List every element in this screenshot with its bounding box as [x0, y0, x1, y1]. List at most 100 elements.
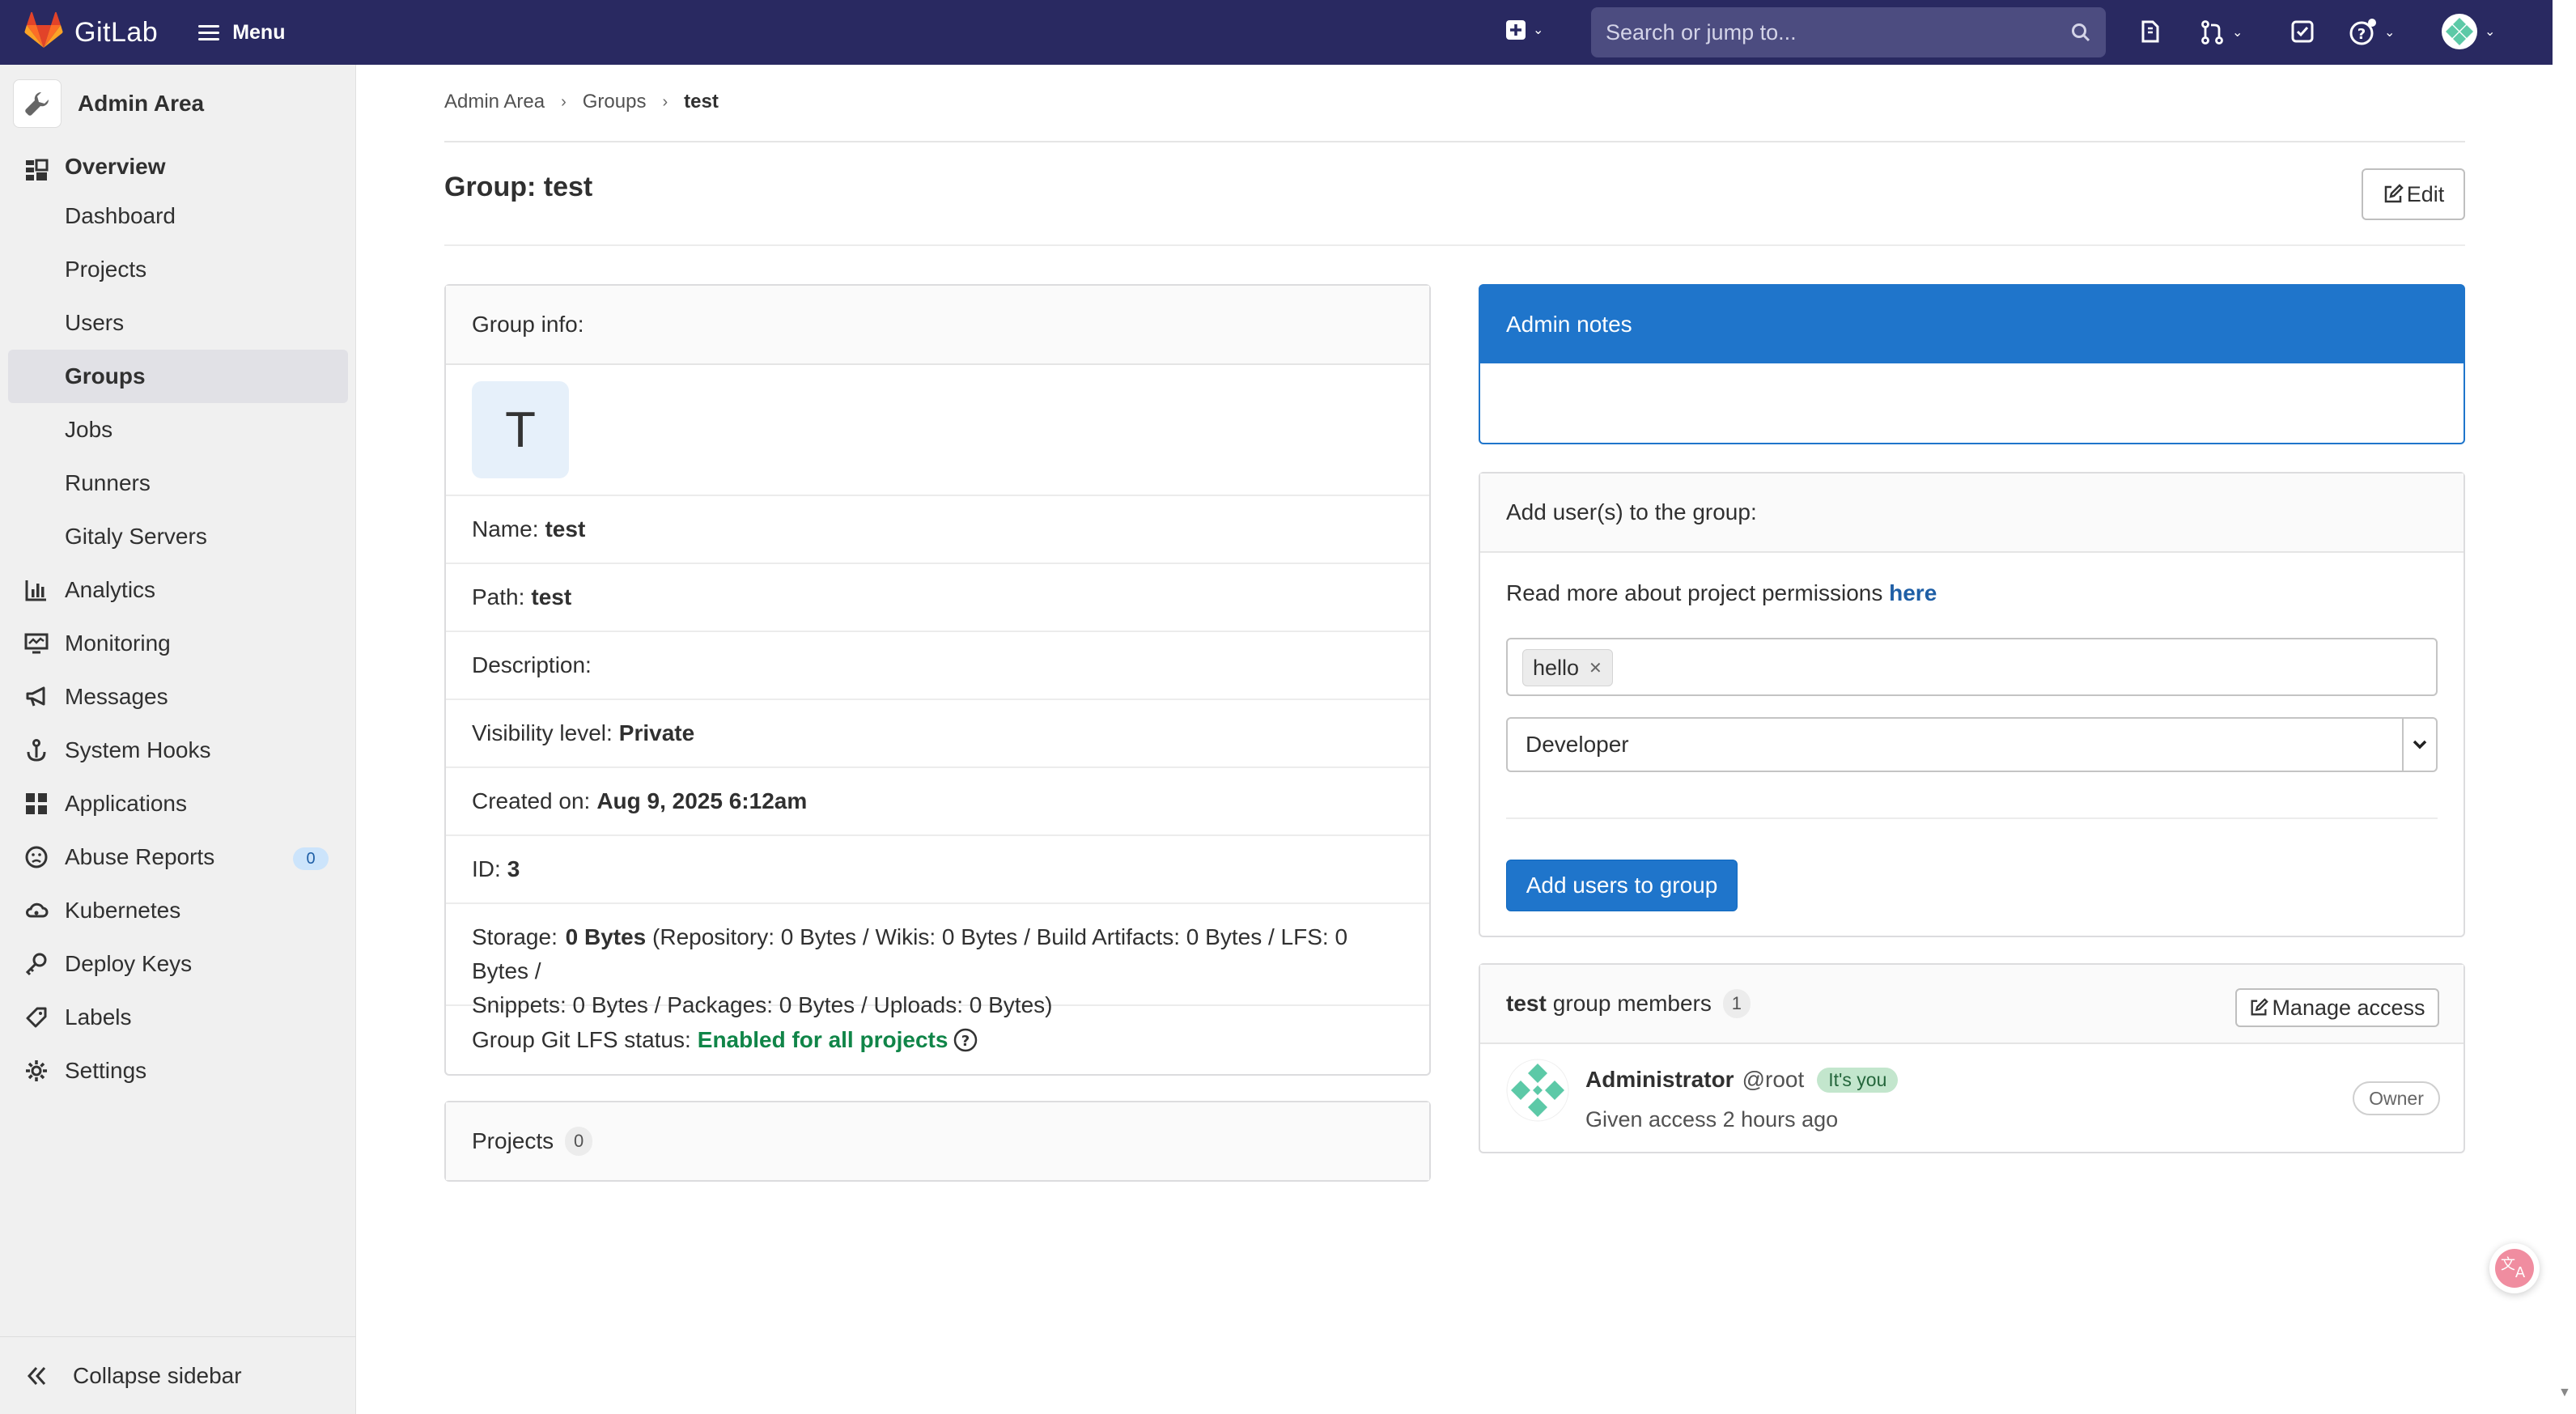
permissions-here-link[interactable]: here	[1889, 580, 1937, 605]
question-circle-icon[interactable]: ?	[953, 1027, 978, 1053]
gitlab-home-link[interactable]: GitLab	[24, 11, 158, 54]
sidebar-item-groups[interactable]: Groups	[8, 350, 348, 403]
storage-detail-cont: Snippets: 0 Bytes / Packages: 0 Bytes / …	[472, 992, 1053, 1017]
member-avatar[interactable]	[1506, 1059, 1569, 1127]
selected-user-token: hello ✕	[1522, 649, 1613, 686]
sidebar-item-jobs[interactable]: Jobs	[0, 403, 356, 456]
storage-label: Storage:	[472, 924, 558, 949]
sidebar-item-users[interactable]: Users	[0, 296, 356, 350]
admin-notes-card: Admin notes	[1479, 284, 2465, 444]
sidebar-item-labels[interactable]: Labels	[0, 991, 356, 1044]
applications-icon	[26, 793, 47, 814]
sidebar-item-runners[interactable]: Runners	[0, 456, 356, 510]
visibility-label: Visibility level:	[472, 720, 613, 745]
sidebar-title: Admin Area	[78, 91, 205, 116]
overview-icon	[26, 159, 49, 180]
add-users-to-group-button[interactable]: Add users to group	[1506, 860, 1738, 911]
new-dropdown-button[interactable]: ⌄	[1505, 19, 1543, 40]
page-scrollbar[interactable]: ▼	[2553, 0, 2576, 1414]
breadcrumb-admin-area[interactable]: Admin Area	[444, 91, 545, 113]
chevron-down-icon: ⌄	[2232, 26, 2243, 40]
help-button[interactable]: ? ⌄	[2349, 18, 2395, 47]
path-value: test	[531, 584, 572, 609]
sidebar-nav: Overview Dashboard Projects Users Groups…	[0, 144, 356, 1098]
sidebar-item-label: Applications	[65, 791, 187, 816]
member-identity: Administrator @root It's you	[1585, 1067, 1899, 1093]
sidebar-item-messages[interactable]: Messages	[0, 670, 356, 724]
edit-group-button[interactable]: Edit	[2362, 168, 2465, 220]
storage-value: 0 Bytes	[565, 924, 647, 949]
chart-icon	[25, 580, 46, 601]
sidebar-item-label: Gitaly Servers	[65, 524, 207, 549]
lfs-status-value: Enabled for all projects	[697, 1027, 948, 1052]
add-users-card: Add user(s) to the group: Read more abou…	[1479, 472, 2465, 937]
breadcrumb-groups[interactable]: Groups	[583, 91, 647, 113]
member-role-badge: Owner	[2353, 1081, 2440, 1115]
member-access-text: Given access 2 hours ago	[1585, 1107, 1839, 1132]
sidebar-item-label: Deploy Keys	[65, 951, 193, 976]
label-icon	[26, 1007, 47, 1028]
members-group-name: test	[1506, 991, 1547, 1016]
cloud-gear-icon	[26, 902, 49, 918]
sidebar-item-settings[interactable]: Settings	[0, 1044, 356, 1098]
sidebar-item-analytics[interactable]: Analytics	[0, 563, 356, 617]
sidebar-item-overview[interactable]: Overview	[0, 144, 356, 189]
description-row: Description:	[446, 632, 1429, 700]
chevron-right-icon: ›	[561, 92, 567, 111]
group-avatar: T	[472, 381, 569, 478]
name-label: Name:	[472, 516, 539, 541]
menu-button[interactable]: Menu	[198, 21, 285, 45]
collapse-sidebar-button[interactable]: Collapse sidebar	[0, 1336, 356, 1414]
sidebar-item-monitoring[interactable]: Monitoring	[0, 617, 356, 670]
manage-access-label: Manage access	[2272, 995, 2425, 1020]
brand-name: GitLab	[74, 16, 159, 48]
key-icon	[25, 953, 47, 976]
id-value: 3	[507, 856, 520, 881]
translate-widget-button[interactable]: 文A	[2489, 1243, 2540, 1293]
merge-requests-button[interactable]: ⌄	[2200, 19, 2243, 45]
scroll-down-arrow-icon[interactable]: ▼	[2558, 1386, 2571, 1400]
user-menu-button[interactable]: ⌄	[2441, 13, 2495, 50]
sidebar-item-deploy-keys[interactable]: Deploy Keys	[0, 937, 356, 991]
sidebar-item-abuse-reports[interactable]: Abuse Reports 0	[0, 830, 356, 884]
sidebar-item-applications[interactable]: Applications	[0, 777, 356, 830]
gitlab-logo-icon	[24, 11, 63, 54]
chevron-right-icon: ›	[662, 92, 668, 111]
sidebar-item-system-hooks[interactable]: System Hooks	[0, 724, 356, 777]
page-title: Group: test	[444, 172, 593, 202]
sidebar-item-gitaly-servers[interactable]: Gitaly Servers	[0, 510, 356, 563]
merge-request-icon	[2201, 20, 2223, 45]
pencil-square-icon	[2384, 184, 2404, 203]
issues-icon	[2141, 20, 2159, 43]
svg-text:A: A	[2515, 1264, 2526, 1281]
sidebar-header[interactable]: Admin Area	[13, 79, 204, 128]
role-select-value: Developer	[1526, 732, 1629, 757]
manage-access-button[interactable]: Manage access	[2235, 988, 2439, 1027]
search-input[interactable]: Search or jump to...	[1591, 7, 2106, 57]
sidebar-item-label: Users	[65, 310, 125, 335]
name-value: test	[545, 516, 586, 541]
issues-button[interactable]	[2138, 19, 2162, 44]
projects-label: Projects	[472, 1128, 554, 1153]
member-name[interactable]: Administrator	[1585, 1067, 1734, 1093]
top-navbar: GitLab Menu ⌄ Search or jump to... ⌄ ? ⌄…	[0, 0, 2553, 65]
sidebar-item-kubernetes[interactable]: Kubernetes	[0, 884, 356, 937]
breadcrumb-current[interactable]: test	[684, 91, 719, 113]
hook-icon	[27, 739, 46, 762]
projects-count-badge: 0	[565, 1127, 593, 1156]
monitor-icon	[24, 633, 49, 654]
svg-text:?: ?	[2357, 26, 2366, 43]
group-info-header: Group info:	[446, 286, 1429, 365]
created-value: Aug 9, 2025 6:12am	[596, 788, 808, 813]
remove-token-icon[interactable]: ✕	[1589, 658, 1602, 678]
selected-user-label: hello	[1533, 655, 1580, 680]
sidebar-item-dashboard[interactable]: Dashboard	[0, 189, 356, 243]
pencil-square-icon	[2251, 998, 2269, 1016]
admin-notes-header: Admin notes	[1480, 286, 2464, 363]
todos-button[interactable]	[2290, 19, 2315, 44]
role-select[interactable]: Developer	[1506, 717, 2438, 772]
created-row: Created on: Aug 9, 2025 6:12am	[446, 768, 1429, 836]
edit-label: Edit	[2406, 181, 2445, 206]
sidebar-item-projects[interactable]: Projects	[0, 243, 356, 296]
user-select-input[interactable]: hello ✕	[1506, 638, 2438, 696]
